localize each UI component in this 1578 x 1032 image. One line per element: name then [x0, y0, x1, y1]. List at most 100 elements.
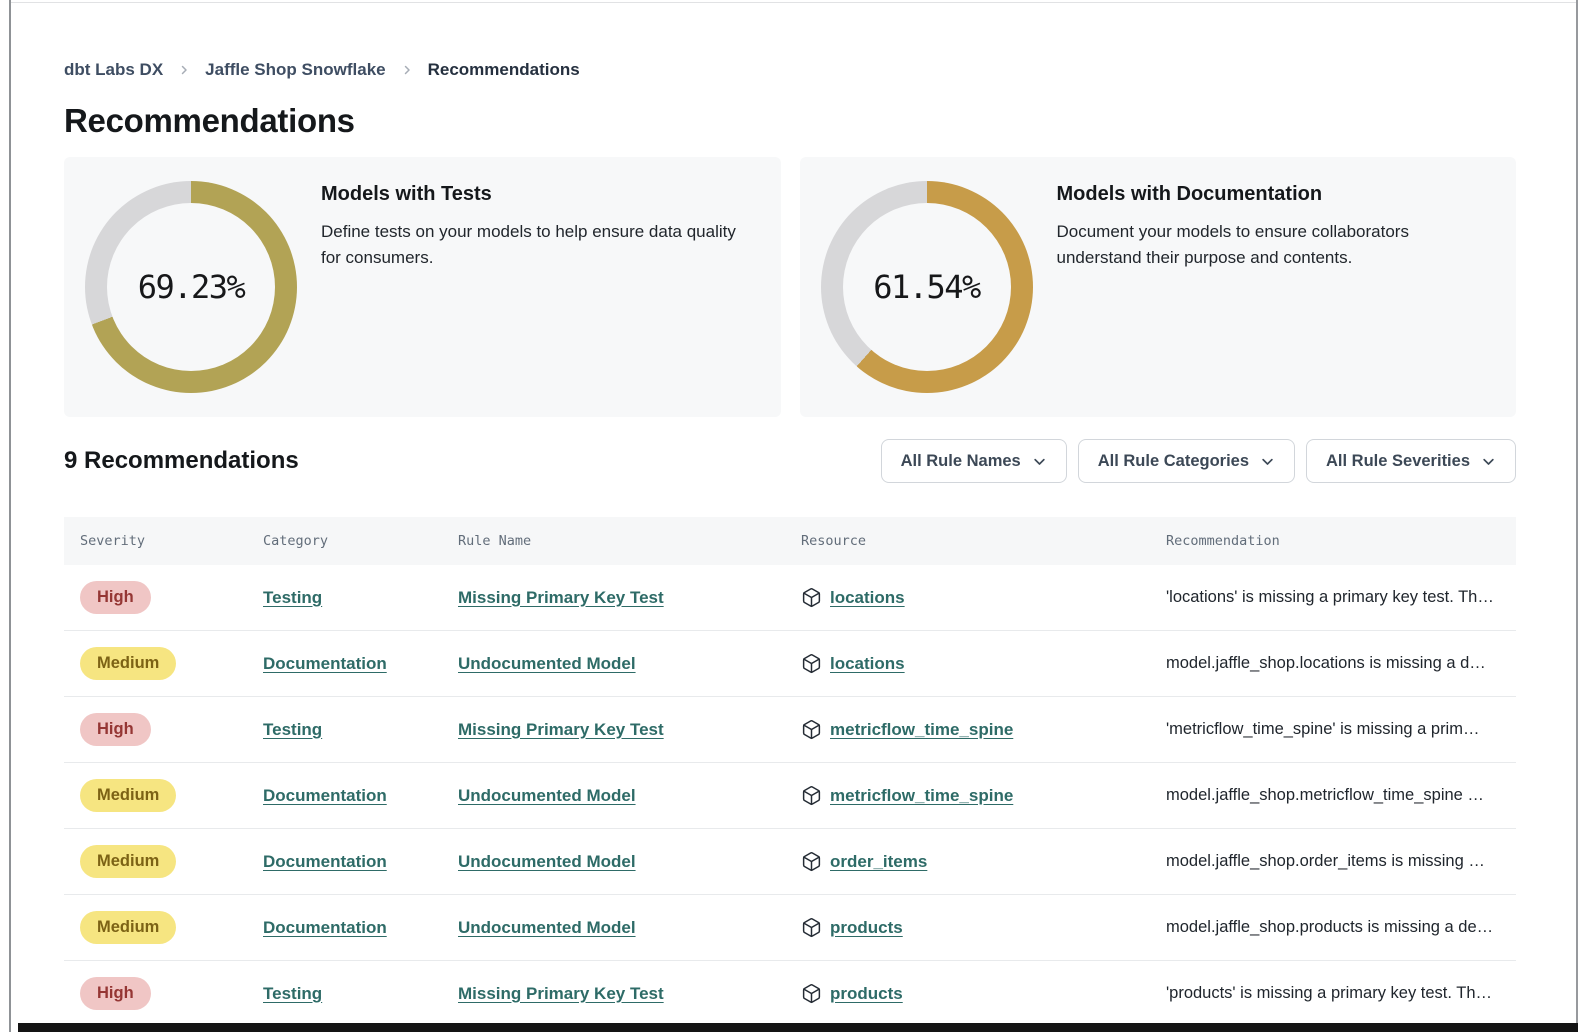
rule-name-link[interactable]: Undocumented Model	[458, 786, 636, 806]
filter-label: All Rule Categories	[1098, 452, 1249, 471]
chevron-right-icon	[401, 64, 413, 76]
recommendations-table: Severity Category Rule Name Resource Rec…	[64, 517, 1516, 1027]
stat-cards: 69.23% Models with Tests Define tests on…	[64, 157, 1516, 417]
chevron-down-icon	[1481, 454, 1496, 469]
breadcrumb-item-dbt-labs-dx[interactable]: dbt Labs DX	[64, 60, 163, 80]
recommendations-toolbar: 9 Recommendations All Rule Names All Rul…	[64, 439, 1516, 483]
breadcrumb: dbt Labs DX Jaffle Shop Snowflake Recomm…	[64, 60, 1516, 80]
card-text: Models with Documentation Document your …	[1057, 157, 1493, 271]
table-row: High Testing Missing Primary Key Test me…	[64, 697, 1516, 763]
rule-name-link[interactable]: Undocumented Model	[458, 918, 636, 938]
category-link[interactable]: Documentation	[263, 786, 387, 806]
documentation-percent-value: 61.54%	[821, 181, 1033, 393]
rule-name-link[interactable]: Missing Primary Key Test	[458, 588, 664, 608]
rule-name-link[interactable]: Missing Primary Key Test	[458, 720, 664, 740]
recommendation-text: 'metricflow_time_spine' is missing a pri…	[1166, 720, 1516, 739]
page-title: Recommendations	[64, 102, 1516, 140]
resource-link[interactable]: locations	[830, 654, 905, 674]
filter-rule-categories-dropdown[interactable]: All Rule Categories	[1078, 439, 1295, 483]
recommendation-text: model.jaffle_shop.locations is missing a…	[1166, 654, 1516, 673]
window-left-edge	[9, 0, 11, 1032]
model-cube-icon	[801, 587, 822, 608]
breadcrumb-item-recommendations: Recommendations	[428, 60, 580, 80]
main-content: dbt Labs DX Jaffle Shop Snowflake Recomm…	[64, 0, 1516, 1027]
breadcrumb-item-jaffle-shop-snowflake[interactable]: Jaffle Shop Snowflake	[205, 60, 385, 80]
card-description: Define tests on your models to help ensu…	[321, 219, 757, 271]
recommendation-text: 'products' is missing a primary key test…	[1166, 984, 1516, 1003]
table-row: Medium Documentation Undocumented Model …	[64, 829, 1516, 895]
tests-donut-chart: 69.23%	[85, 181, 297, 393]
filter-label: All Rule Severities	[1326, 452, 1470, 471]
rule-name-link[interactable]: Undocumented Model	[458, 852, 636, 872]
recommendation-text: model.jaffle_shop.products is missing a …	[1166, 918, 1516, 937]
resource-link[interactable]: locations	[830, 588, 905, 608]
column-header-recommendation: Recommendation	[1166, 533, 1516, 549]
severity-badge: High	[80, 581, 151, 614]
table-row: Medium Documentation Undocumented Model …	[64, 895, 1516, 961]
column-header-rule-name: Rule Name	[458, 533, 801, 549]
severity-badge: Medium	[80, 845, 176, 878]
recommendation-text: model.jaffle_shop.order_items is missing…	[1166, 852, 1516, 871]
recommendation-text: model.jaffle_shop.metricflow_time_spine …	[1166, 786, 1516, 805]
resource-link[interactable]: metricflow_time_spine	[830, 720, 1013, 740]
filter-label: All Rule Names	[901, 452, 1021, 471]
resource-cell: products	[801, 917, 1166, 938]
recommendations-count: 9 Recommendations	[64, 447, 299, 475]
model-cube-icon	[801, 983, 822, 1004]
table-body: High Testing Missing Primary Key Test lo…	[64, 565, 1516, 1027]
filter-rule-names-dropdown[interactable]: All Rule Names	[881, 439, 1067, 483]
category-link[interactable]: Documentation	[263, 654, 387, 674]
resource-link[interactable]: order_items	[830, 852, 927, 872]
resource-cell: metricflow_time_spine	[801, 719, 1166, 740]
category-link[interactable]: Testing	[263, 720, 322, 740]
model-cube-icon	[801, 785, 822, 806]
model-cube-icon	[801, 653, 822, 674]
category-link[interactable]: Testing	[263, 984, 322, 1004]
severity-badge: High	[80, 977, 151, 1010]
table-row: Medium Documentation Undocumented Model …	[64, 763, 1516, 829]
chevron-right-icon	[178, 64, 190, 76]
resource-link[interactable]: products	[830, 918, 903, 938]
rule-name-link[interactable]: Undocumented Model	[458, 654, 636, 674]
column-header-severity: Severity	[80, 533, 263, 549]
resource-link[interactable]: products	[830, 984, 903, 1004]
chevron-down-icon	[1032, 454, 1047, 469]
card-text: Models with Tests Define tests on your m…	[321, 157, 757, 271]
resource-cell: products	[801, 983, 1166, 1004]
card-models-with-documentation: 61.54% Models with Documentation Documen…	[800, 157, 1517, 417]
card-models-with-tests: 69.23% Models with Tests Define tests on…	[64, 157, 781, 417]
resource-cell: locations	[801, 587, 1166, 608]
resource-cell: metricflow_time_spine	[801, 785, 1166, 806]
column-header-resource: Resource	[801, 533, 1166, 549]
resource-link[interactable]: metricflow_time_spine	[830, 786, 1013, 806]
rule-name-link[interactable]: Missing Primary Key Test	[458, 984, 664, 1004]
card-description: Document your models to ensure collabora…	[1057, 219, 1493, 271]
card-title: Models with Documentation	[1057, 183, 1493, 206]
severity-badge: Medium	[80, 647, 176, 680]
resource-cell: locations	[801, 653, 1166, 674]
filter-group: All Rule Names All Rule Categories All R…	[881, 439, 1516, 483]
tests-percent-value: 69.23%	[85, 181, 297, 393]
window-top-edge	[11, 2, 1578, 3]
severity-badge: Medium	[80, 911, 176, 944]
category-link[interactable]: Documentation	[263, 852, 387, 872]
column-header-category: Category	[263, 533, 458, 549]
table-row: High Testing Missing Primary Key Test lo…	[64, 565, 1516, 631]
documentation-donut-chart: 61.54%	[821, 181, 1033, 393]
recommendation-text: 'locations' is missing a primary key tes…	[1166, 588, 1516, 607]
window-bottom-bar	[18, 1023, 1578, 1032]
filter-rule-severities-dropdown[interactable]: All Rule Severities	[1306, 439, 1516, 483]
model-cube-icon	[801, 719, 822, 740]
card-title: Models with Tests	[321, 183, 757, 206]
chevron-down-icon	[1260, 454, 1275, 469]
model-cube-icon	[801, 851, 822, 872]
severity-badge: High	[80, 713, 151, 746]
category-link[interactable]: Testing	[263, 588, 322, 608]
table-row: High Testing Missing Primary Key Test pr…	[64, 961, 1516, 1027]
table-header: Severity Category Rule Name Resource Rec…	[64, 517, 1516, 565]
resource-cell: order_items	[801, 851, 1166, 872]
table-row: Medium Documentation Undocumented Model …	[64, 631, 1516, 697]
model-cube-icon	[801, 917, 822, 938]
category-link[interactable]: Documentation	[263, 918, 387, 938]
severity-badge: Medium	[80, 779, 176, 812]
